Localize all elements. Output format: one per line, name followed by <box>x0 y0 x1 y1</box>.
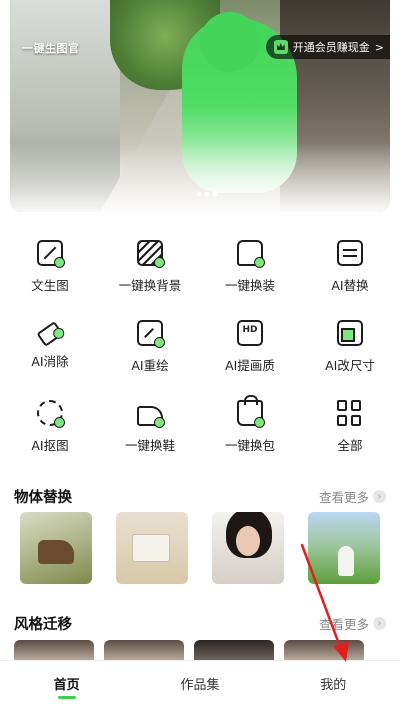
grid-icon <box>337 400 363 426</box>
tool-label: AI消除 <box>31 354 69 369</box>
tool-grid: 文生图 一键换背景 一键换装 AI替换 AI消除 AI重绘 AI提画质 AI改尺… <box>0 240 400 454</box>
ai-replace-icon <box>337 240 363 266</box>
resize-icon <box>337 320 363 346</box>
ai-redraw-icon <box>137 320 165 348</box>
tool-ai-resize[interactable]: AI改尺寸 <box>300 320 400 374</box>
cutout-icon <box>37 400 65 428</box>
app-logo: 一键生图官 <box>22 42 80 55</box>
view-more-label: 查看更多 <box>318 617 369 632</box>
tool-label: AI抠图 <box>31 438 69 453</box>
tool-ai-erase[interactable]: AI消除 <box>0 320 100 374</box>
shoe-icon <box>137 406 165 428</box>
section-title: 风格迁移 <box>14 617 72 633</box>
style-thumb[interactable] <box>284 640 364 660</box>
chevron-right-icon: › <box>373 617 386 630</box>
tool-label: AI提画质 <box>225 358 275 373</box>
tool-label: AI替换 <box>331 278 369 293</box>
example-thumb-bag[interactable] <box>116 512 188 584</box>
hero-banner[interactable]: 一键生图官 开通会员赚现金 > <box>10 0 390 212</box>
style-thumb[interactable] <box>104 640 184 660</box>
tool-change-shoes[interactable]: 一键换鞋 <box>100 400 200 454</box>
tool-all[interactable]: 全部 <box>300 400 400 454</box>
view-more-link[interactable]: 查看更多 › <box>319 487 386 506</box>
style-thumb[interactable] <box>194 640 274 660</box>
tool-change-background[interactable]: 一键换背景 <box>100 240 200 294</box>
style-thumb[interactable] <box>14 640 94 660</box>
bottom-tab-bar: 首页 作品集 我的 <box>0 660 400 712</box>
tool-label: AI重绘 <box>131 358 169 373</box>
tool-change-outfit[interactable]: 一键换装 <box>200 240 300 294</box>
bag-icon <box>237 395 265 428</box>
tool-text-to-image[interactable]: 文生图 <box>0 240 100 294</box>
carousel-indicator <box>197 192 217 196</box>
chevron-right-icon: > <box>374 40 384 54</box>
example-thumb-shoe[interactable] <box>20 512 92 584</box>
vip-button-label: 开通会员赚现金 <box>292 41 370 54</box>
tab-home[interactable]: 首页 <box>27 674 107 699</box>
section-object-replace-header: 物体替换 查看更多 › <box>14 486 386 507</box>
tool-ai-redraw[interactable]: AI重绘 <box>100 320 200 374</box>
change-outfit-icon <box>237 240 265 268</box>
chevron-right-icon: › <box>373 490 386 503</box>
vip-earn-cash-button[interactable]: 开通会员赚现金 > <box>265 35 390 59</box>
tool-ai-cutout[interactable]: AI抠图 <box>0 400 100 454</box>
tool-label: 一键换背景 <box>118 278 182 293</box>
tool-label: 文生图 <box>31 278 69 293</box>
tab-mine[interactable]: 我的 <box>293 674 373 693</box>
tool-change-bag[interactable]: 一键换包 <box>200 395 300 454</box>
section-title: 物体替换 <box>14 490 72 506</box>
tool-label: 一键换装 <box>224 278 275 293</box>
tool-label: AI改尺寸 <box>325 358 375 373</box>
section-style-transfer-header: 风格迁移 查看更多 › <box>14 613 386 634</box>
tab-works[interactable]: 作品集 <box>160 674 240 693</box>
crown-icon <box>273 40 288 54</box>
example-thumb-field[interactable] <box>308 512 380 584</box>
view-more-link[interactable]: 查看更多 › <box>319 614 386 633</box>
tool-ai-enhance[interactable]: AI提画质 <box>200 320 300 374</box>
banner-fade <box>10 142 390 212</box>
tool-label: 一键换鞋 <box>124 438 175 453</box>
ai-erase-icon <box>36 321 67 347</box>
tool-ai-replace[interactable]: AI替换 <box>300 240 400 294</box>
example-thumb-portrait[interactable] <box>212 512 284 584</box>
view-more-label: 查看更多 <box>318 490 369 505</box>
object-replace-examples <box>20 512 380 584</box>
text-to-image-icon <box>37 240 65 268</box>
hd-icon <box>237 320 263 346</box>
tool-label: 一键换包 <box>224 438 275 453</box>
change-background-icon <box>137 240 165 268</box>
tool-label: 全部 <box>337 438 363 453</box>
style-transfer-examples <box>14 640 364 660</box>
